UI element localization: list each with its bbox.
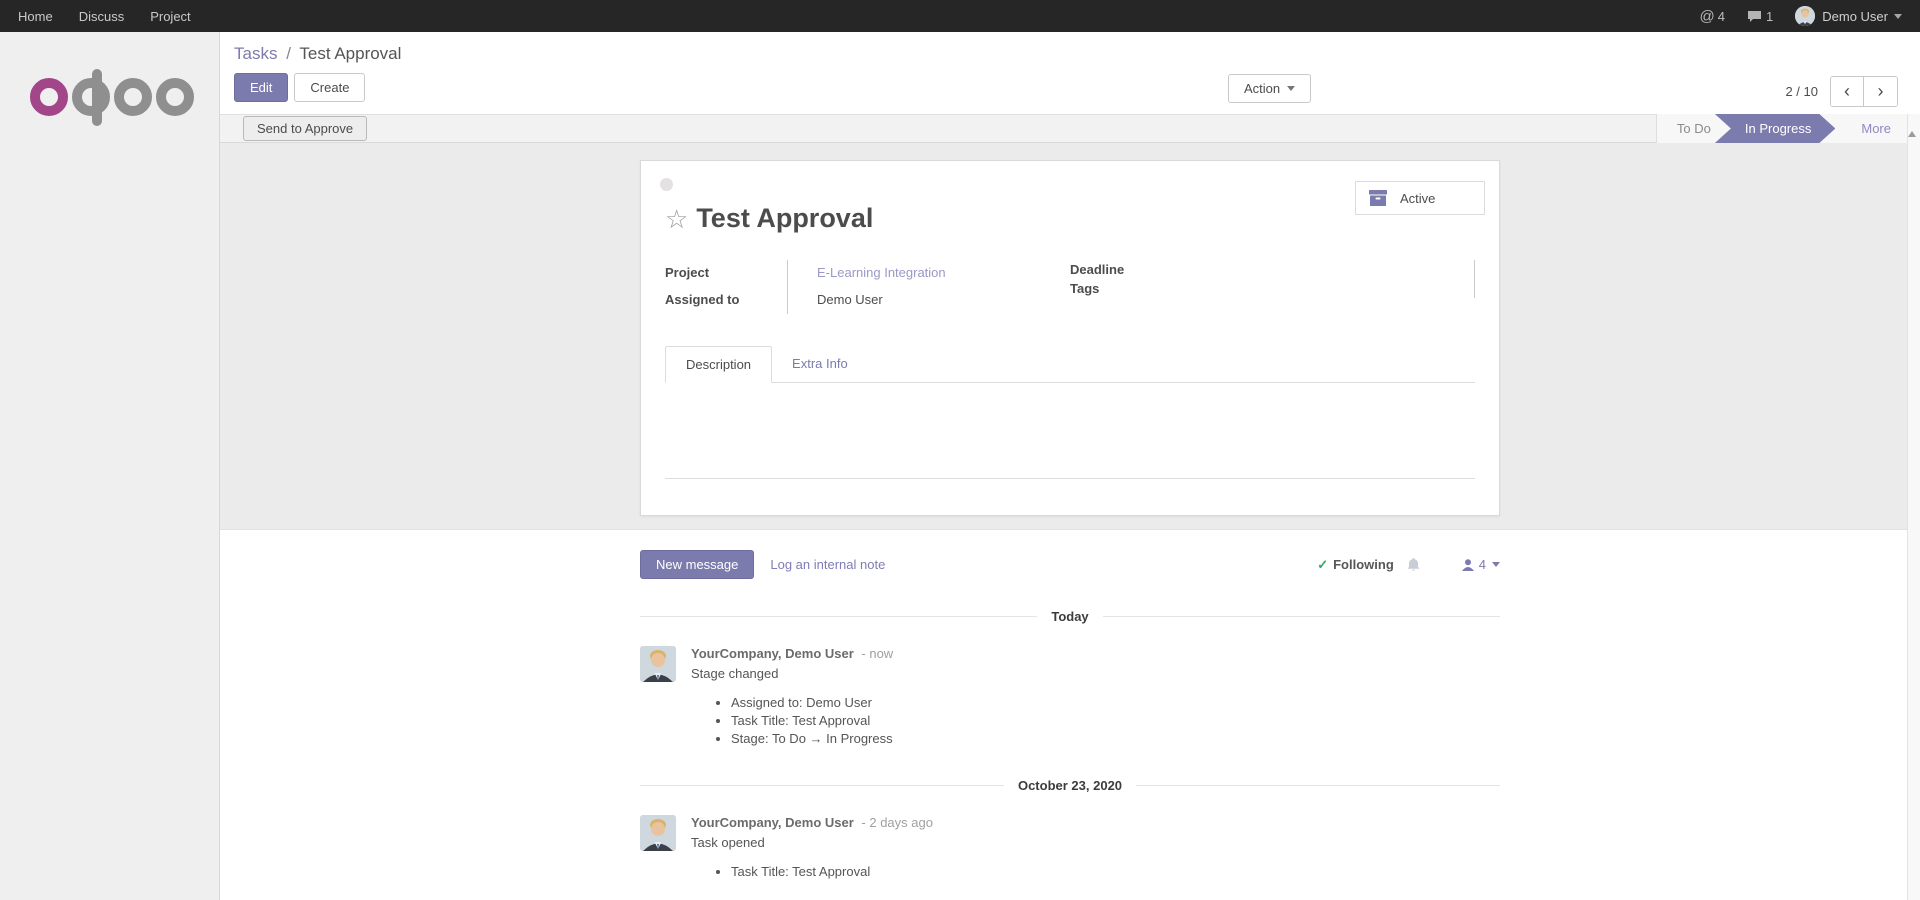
pager-value: 2 / 10 xyxy=(1785,84,1818,99)
pager-next-button[interactable]: › xyxy=(1864,77,1897,106)
tab-extra-info[interactable]: Extra Info xyxy=(772,346,868,382)
breadcrumb-separator: / xyxy=(286,44,291,63)
divider-label: October 23, 2020 xyxy=(1018,778,1122,793)
date-divider-october: October 23, 2020 xyxy=(640,778,1500,793)
active-stat-button[interactable]: Active xyxy=(1355,181,1485,215)
menu-project[interactable]: Project xyxy=(150,9,190,24)
title-row: ☆ Test Approval xyxy=(665,203,1475,234)
stage-in-progress[interactable]: In Progress xyxy=(1715,114,1835,143)
control-panel-buttons: Edit Create xyxy=(234,73,1920,102)
message-subject: Stage changed xyxy=(691,666,893,681)
caret-down-icon xyxy=(1287,86,1295,91)
tracking-item: Assigned to: Demo User xyxy=(731,694,893,712)
chatter: New message Log an internal note ✓ Follo… xyxy=(220,530,1920,881)
field-group-right: Deadline Tags xyxy=(1070,260,1475,314)
message-author-avatar[interactable] xyxy=(640,646,676,682)
scroll-up-arrow-icon[interactable] xyxy=(1908,114,1916,137)
deadline-field-label: Deadline xyxy=(1070,260,1200,279)
breadcrumb-tasks-link[interactable]: Tasks xyxy=(234,44,277,63)
action-dropdown-button[interactable]: Action xyxy=(1228,74,1311,103)
top-navbar: Home Discuss Project @ 4 1 Demo User xyxy=(0,0,1920,32)
description-pane[interactable] xyxy=(665,383,1475,479)
follower-count: 4 xyxy=(1479,557,1486,572)
deadline-field-value xyxy=(1200,260,1475,279)
kanban-state-icon[interactable] xyxy=(660,178,673,191)
task-form-sheet: Active ☆ Test Approval Project E-Learnin… xyxy=(640,160,1500,516)
create-button[interactable]: Create xyxy=(294,73,365,102)
tracking-values: Task Title: Test Approval xyxy=(731,863,933,881)
new-message-button[interactable]: New message xyxy=(640,550,754,579)
archive-box-icon xyxy=(1368,189,1388,207)
field-group-left: Project E-Learning Integration Assigned … xyxy=(665,260,1070,314)
message-task-opened: YourCompany, Demo User - 2 days ago Task… xyxy=(640,815,1500,881)
following-button[interactable]: Following xyxy=(1333,557,1394,572)
assigned-to-field-value: Demo User xyxy=(787,287,1070,314)
control-panel: Tasks / Test Approval Edit Create Action… xyxy=(220,32,1920,114)
log-internal-note-link[interactable]: Log an internal note xyxy=(770,557,885,572)
user-avatar xyxy=(1795,6,1815,26)
main-content: Tasks / Test Approval Edit Create Action… xyxy=(220,32,1920,900)
tags-field-label: Tags xyxy=(1070,279,1200,298)
menu-home[interactable]: Home xyxy=(18,9,53,24)
form-statusbar: Send to Approve To Do In Progress More xyxy=(220,114,1920,143)
message-timestamp: - 2 days ago xyxy=(861,815,933,830)
messages-counter[interactable]: 1 xyxy=(1747,9,1773,24)
field-groups: Project E-Learning Integration Assigned … xyxy=(665,260,1475,314)
vertical-scrollbar[interactable] xyxy=(1907,114,1920,900)
logo-letter-o1 xyxy=(30,78,68,116)
chatter-toolbar: New message Log an internal note ✓ Follo… xyxy=(640,550,1500,579)
message-timestamp: - now xyxy=(861,646,893,661)
send-to-approve-button[interactable]: Send to Approve xyxy=(243,116,367,141)
task-title: Test Approval xyxy=(696,203,873,234)
mention-icon: @ xyxy=(1700,8,1715,25)
tracking-item: Task Title: Test Approval xyxy=(731,712,893,730)
message-subject: Task opened xyxy=(691,835,933,850)
odoo-logo xyxy=(30,58,219,116)
stage-more[interactable]: More xyxy=(1835,114,1907,143)
breadcrumb-current: Test Approval xyxy=(299,44,401,63)
tracking-item: Task Title: Test Approval xyxy=(731,863,933,881)
chat-bubble-icon xyxy=(1747,10,1762,23)
favorite-star-icon[interactable]: ☆ xyxy=(665,206,688,232)
caret-down-icon xyxy=(1894,14,1902,19)
divider-label: Today xyxy=(1051,609,1088,624)
message-author-avatar[interactable] xyxy=(640,815,676,851)
user-name: Demo User xyxy=(1822,9,1888,24)
tracking-values: Assigned to: Demo User Task Title: Test … xyxy=(731,694,893,748)
pager: 2 / 10 ‹ › xyxy=(1785,76,1898,107)
notebook-tabs: Description Extra Info xyxy=(665,346,1475,383)
tab-description[interactable]: Description xyxy=(665,346,772,383)
pager-previous-button[interactable]: ‹ xyxy=(1831,77,1864,106)
action-label: Action xyxy=(1244,81,1280,96)
active-button-label: Active xyxy=(1400,191,1435,206)
follower-person-icon xyxy=(1461,558,1475,572)
message-stage-changed: YourCompany, Demo User - now Stage chang… xyxy=(640,646,1500,748)
user-menu[interactable]: Demo User xyxy=(1795,6,1902,26)
menu-discuss[interactable]: Discuss xyxy=(79,9,125,24)
project-field-value[interactable]: E-Learning Integration xyxy=(787,260,1070,287)
mention-count: 4 xyxy=(1718,9,1725,24)
breadcrumb: Tasks / Test Approval xyxy=(234,44,1920,64)
logo-letter-d xyxy=(72,78,110,116)
stage-selector: To Do In Progress More xyxy=(1656,114,1907,143)
tracking-item: Stage: To Do → In Progress xyxy=(731,730,893,748)
edit-button[interactable]: Edit xyxy=(234,73,288,102)
apps-sidebar xyxy=(0,32,220,900)
logo-letter-o2 xyxy=(114,78,152,116)
sheet-background: Active ☆ Test Approval Project E-Learnin… xyxy=(220,143,1920,530)
topbar-right: @ 4 1 Demo User xyxy=(1678,6,1902,26)
message-author[interactable]: YourCompany, Demo User xyxy=(691,815,854,830)
following-check-icon: ✓ xyxy=(1317,557,1328,573)
assigned-to-field-label: Assigned to xyxy=(665,287,787,314)
bell-icon[interactable] xyxy=(1406,557,1421,573)
message-author[interactable]: YourCompany, Demo User xyxy=(691,646,854,661)
mentions-counter[interactable]: @ 4 xyxy=(1700,8,1725,25)
tags-field-value xyxy=(1200,279,1475,298)
project-field-label: Project xyxy=(665,260,787,287)
caret-down-icon xyxy=(1492,562,1500,567)
followers-dropdown[interactable]: 4 xyxy=(1461,557,1500,572)
message-count: 1 xyxy=(1766,9,1773,24)
date-divider-today: Today xyxy=(640,609,1500,624)
logo-letter-o3 xyxy=(156,78,194,116)
